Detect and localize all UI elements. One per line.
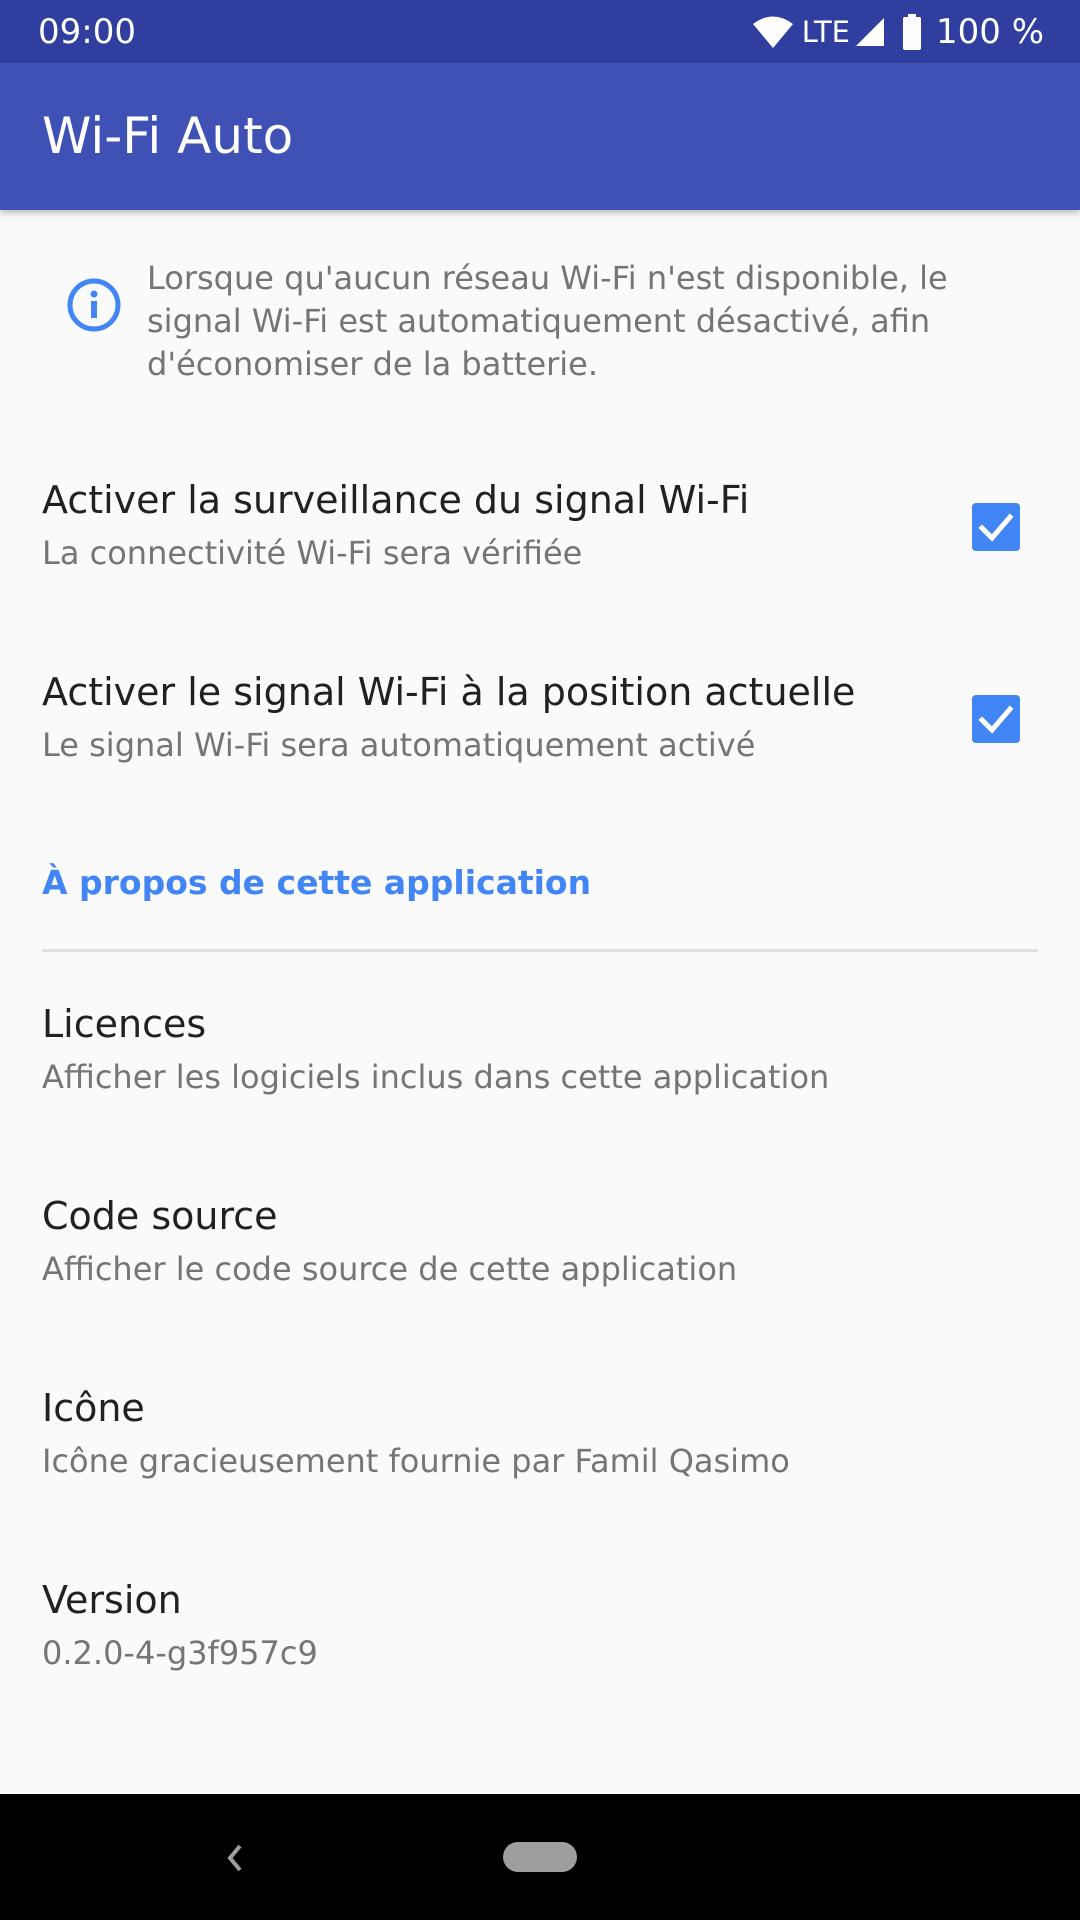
checkmark-icon: [978, 705, 1014, 734]
pref-summary: 0.2.0-4-g3f957c9: [42, 1634, 318, 1672]
battery-level: 100 %: [935, 12, 1044, 52]
network-type: LTE: [801, 15, 850, 49]
screen: 09:00 LTE 100 % Wi-Fi Auto Lorsque qu'au…: [0, 0, 1080, 1920]
wifi-location-checkbox[interactable]: [972, 695, 1020, 743]
pref-wifi-location[interactable]: Activer le signal Wi-Fi à la position ac…: [0, 622, 1080, 814]
signal-icon: [854, 16, 886, 48]
pref-summary: Icône gracieusement fournie par Famil Qa…: [42, 1442, 790, 1480]
pref-version[interactable]: Version 0.2.0-4-g3f957c9: [0, 1528, 1080, 1720]
wifi-monitoring-checkbox[interactable]: [972, 503, 1020, 551]
pref-licences[interactable]: Licences Afficher les logiciels inclus d…: [0, 952, 1080, 1144]
info-block: Lorsque qu'aucun réseau Wi-Fi n'est disp…: [0, 210, 1080, 420]
pref-title: Activer la surveillance du signal Wi-Fi: [42, 478, 750, 522]
pref-icon-credit[interactable]: Icône Icône gracieusement fournie par Fa…: [0, 1336, 1080, 1528]
status-bar: 09:00 LTE 100 %: [0, 0, 1080, 63]
app-title: Wi-Fi Auto: [42, 107, 294, 165]
pref-summary: Afficher les logiciels inclus dans cette…: [42, 1058, 830, 1096]
category-header-about: À propos de cette application: [42, 863, 592, 902]
pref-title: Version: [42, 1578, 182, 1622]
wifi-icon: [752, 15, 794, 49]
status-time: 09:00: [38, 12, 136, 52]
info-icon: [66, 277, 122, 333]
info-text: Lorsque qu'aucun réseau Wi-Fi n'est disp…: [147, 259, 948, 383]
pref-title: Activer le signal Wi-Fi à la position ac…: [42, 670, 856, 714]
pref-title: Code source: [42, 1194, 278, 1238]
checkmark-icon: [978, 513, 1014, 542]
pref-wifi-monitoring[interactable]: Activer la surveillance du signal Wi-Fi …: [0, 430, 1080, 622]
pref-summary: La connectivité Wi-Fi sera vérifiée: [42, 534, 583, 572]
back-icon[interactable]: [216, 1836, 252, 1880]
home-pill-icon[interactable]: [503, 1842, 577, 1872]
pref-source-code[interactable]: Code source Afficher le code source de c…: [0, 1144, 1080, 1336]
battery-icon: [902, 14, 922, 50]
status-icons: LTE 100 %: [752, 12, 1044, 52]
pref-title: Icône: [42, 1386, 145, 1430]
pref-summary: Le signal Wi-Fi sera automatiquement act…: [42, 726, 756, 764]
pref-summary: Afficher le code source de cette applica…: [42, 1250, 738, 1288]
pref-title: Licences: [42, 1002, 207, 1046]
app-bar: Wi-Fi Auto: [0, 63, 1080, 210]
